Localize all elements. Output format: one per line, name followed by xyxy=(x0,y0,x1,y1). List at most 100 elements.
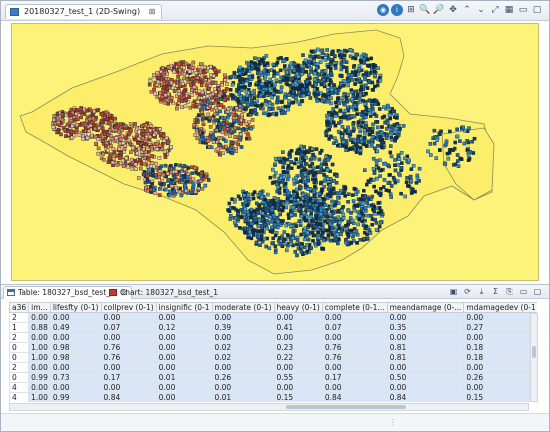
table-cell[interactable]: 0.88 xyxy=(28,322,51,333)
table-cell[interactable]: 0.00 xyxy=(386,382,465,393)
table-cell[interactable]: 0.07 xyxy=(100,322,157,333)
table-cell[interactable]: 0.00 xyxy=(49,362,102,373)
table-cell[interactable]: 0.00 xyxy=(100,332,157,343)
table-cell[interactable]: 0.50 xyxy=(386,372,465,383)
table-cell[interactable]: 0.00 xyxy=(386,312,465,323)
pan-icon[interactable]: ✥ xyxy=(447,4,459,16)
table-cell[interactable]: 0.00 xyxy=(49,312,102,323)
table-cell[interactable]: 0.17 xyxy=(321,372,388,383)
table-cell[interactable]: 0.00 xyxy=(273,332,323,343)
table-cell[interactable]: 0.00 xyxy=(28,382,51,393)
table-cell[interactable]: 0.98 xyxy=(49,342,102,353)
table-row[interactable]: 01.000.980.760.000.020.220.760.810.18Low… xyxy=(9,352,537,363)
column-header[interactable]: insignific (0-1 xyxy=(155,302,213,313)
table-cell[interactable]: 0.26 xyxy=(463,372,537,383)
table-cell[interactable]: 0.02 xyxy=(211,342,275,353)
column-header[interactable]: lifesfty (0-1) xyxy=(49,302,102,313)
table-row[interactable]: 20.000.000.000.000.000.000.000.000.00Unk… xyxy=(9,362,537,373)
table-cell[interactable]: 0.00 xyxy=(155,342,213,353)
table-cell[interactable]: 0.00 xyxy=(155,382,213,393)
column-header[interactable]: collprev (0-1) xyxy=(100,302,157,313)
table-cell[interactable]: 0.84 xyxy=(100,392,157,402)
table-cell[interactable]: 0.00 xyxy=(211,332,275,343)
table-cell[interactable]: 0.15 xyxy=(463,392,537,402)
table-cell[interactable]: 0.12 xyxy=(155,322,213,333)
table-cell[interactable]: 2 xyxy=(9,332,30,343)
table-cell[interactable]: 0.00 xyxy=(28,362,51,373)
grid-icon[interactable]: ⊞ xyxy=(405,4,417,16)
save-icon[interactable]: ▣ xyxy=(448,286,459,297)
minimize-icon[interactable]: ▭ xyxy=(518,286,529,297)
table-cell[interactable]: 0.76 xyxy=(321,352,388,363)
table-cell[interactable]: 0.39 xyxy=(211,322,275,333)
export-icon[interactable]: ⤓ xyxy=(476,286,487,297)
copy-icon[interactable]: ⎘ xyxy=(504,286,515,297)
table-cell[interactable]: 0.18 xyxy=(463,342,537,353)
table-cell[interactable]: 0.84 xyxy=(386,392,465,402)
column-header[interactable]: complete (0-1... xyxy=(321,302,388,313)
table-cell[interactable]: 0.02 xyxy=(211,352,275,363)
info-icon[interactable]: i xyxy=(391,4,403,16)
table-row[interactable]: 01.000.980.760.000.020.230.760.810.18Low… xyxy=(9,342,537,353)
table-cell[interactable]: 0.01 xyxy=(155,372,213,383)
table-cell[interactable]: 0.00 xyxy=(155,332,213,343)
column-header[interactable]: a36 xyxy=(9,302,30,313)
vertical-scrollbar[interactable] xyxy=(530,313,538,402)
table-cell[interactable]: 0.00 xyxy=(155,352,213,363)
scroll-thumb[interactable] xyxy=(532,346,536,358)
close-icon[interactable]: ⊠ xyxy=(149,7,156,16)
table-cell[interactable]: 1.00 xyxy=(28,352,51,363)
maximize-icon[interactable]: ▢ xyxy=(532,286,543,297)
tab-chart[interactable]: Chart: 180327_bsd_test_1 xyxy=(105,286,223,299)
table-cell[interactable]: 0.18 xyxy=(463,352,537,363)
table-cell[interactable]: 0.27 xyxy=(463,322,537,333)
table-cell[interactable]: 0.00 xyxy=(321,332,388,343)
table-cell[interactable]: 0.00 xyxy=(463,332,537,343)
select-icon[interactable]: ▦ xyxy=(503,4,515,16)
table-cell[interactable]: 2 xyxy=(9,362,30,373)
table-cell[interactable]: 4 xyxy=(9,392,30,402)
table-cell[interactable]: 0.00 xyxy=(273,362,323,373)
resize-grip[interactable]: ⋮ xyxy=(389,418,397,427)
table-cell[interactable]: 0.84 xyxy=(321,392,388,402)
table-cell[interactable]: 1.00 xyxy=(28,342,51,353)
table-cell[interactable]: 0.00 xyxy=(463,382,537,393)
map-canvas[interactable] xyxy=(11,23,539,281)
minimize-icon[interactable]: ▭ xyxy=(517,4,529,16)
table-cell[interactable]: 0 xyxy=(9,372,30,383)
forward-icon[interactable]: ⌄ xyxy=(475,4,487,16)
table-cell[interactable]: 0.00 xyxy=(100,362,157,373)
table-cell[interactable]: 0.00 xyxy=(386,362,465,373)
zoom-out-icon[interactable]: 🔎 xyxy=(433,4,445,16)
table-cell[interactable]: 0.73 xyxy=(49,372,102,383)
table-cell[interactable]: 0.76 xyxy=(321,342,388,353)
table-cell[interactable]: 0.23 xyxy=(273,342,323,353)
table-cell[interactable]: 0 xyxy=(9,342,30,353)
table-cell[interactable]: 0.00 xyxy=(49,382,102,393)
column-header[interactable]: heavy (0-1) xyxy=(273,302,323,313)
table-cell[interactable]: 0.49 xyxy=(49,322,102,333)
table-cell[interactable]: 0.26 xyxy=(211,372,275,383)
back-icon[interactable]: ⌃ xyxy=(461,4,473,16)
table-cell[interactable]: 0.81 xyxy=(386,352,465,363)
table-cell[interactable]: 0.00 xyxy=(100,382,157,393)
table-cell[interactable]: 0.00 xyxy=(273,382,323,393)
table-row[interactable]: 10.880.490.070.120.390.410.070.350.27Low… xyxy=(9,322,537,333)
table-cell[interactable]: 0.00 xyxy=(155,312,213,323)
table-cell[interactable]: 1 xyxy=(9,322,30,333)
table-cell[interactable]: 0.98 xyxy=(49,352,102,363)
table-row[interactable]: 40.000.000.000.000.000.000.000.000.00Unk… xyxy=(9,382,537,393)
table-cell[interactable]: 0.00 xyxy=(211,362,275,373)
table-row[interactable]: 20.000.000.000.000.000.000.000.000.00Unk… xyxy=(9,332,537,343)
table-cell[interactable]: 0.35 xyxy=(386,322,465,333)
table-cell[interactable]: 0.00 xyxy=(28,312,51,323)
column-header[interactable]: mdamagedev (0-1 xyxy=(463,302,537,313)
table-row[interactable]: 20.000.000.000.000.000.000.000.000.00Unk… xyxy=(9,312,537,323)
table-cell[interactable]: 0.00 xyxy=(155,362,213,373)
table-cell[interactable]: 0.00 xyxy=(273,312,323,323)
table-cell[interactable]: 4 xyxy=(9,382,30,393)
table-cell[interactable]: 0.00 xyxy=(463,312,537,323)
column-header[interactable]: moderate (0-1) xyxy=(211,302,275,313)
table-cell[interactable]: 0.00 xyxy=(321,362,388,373)
sum-icon[interactable]: Σ xyxy=(490,286,501,297)
